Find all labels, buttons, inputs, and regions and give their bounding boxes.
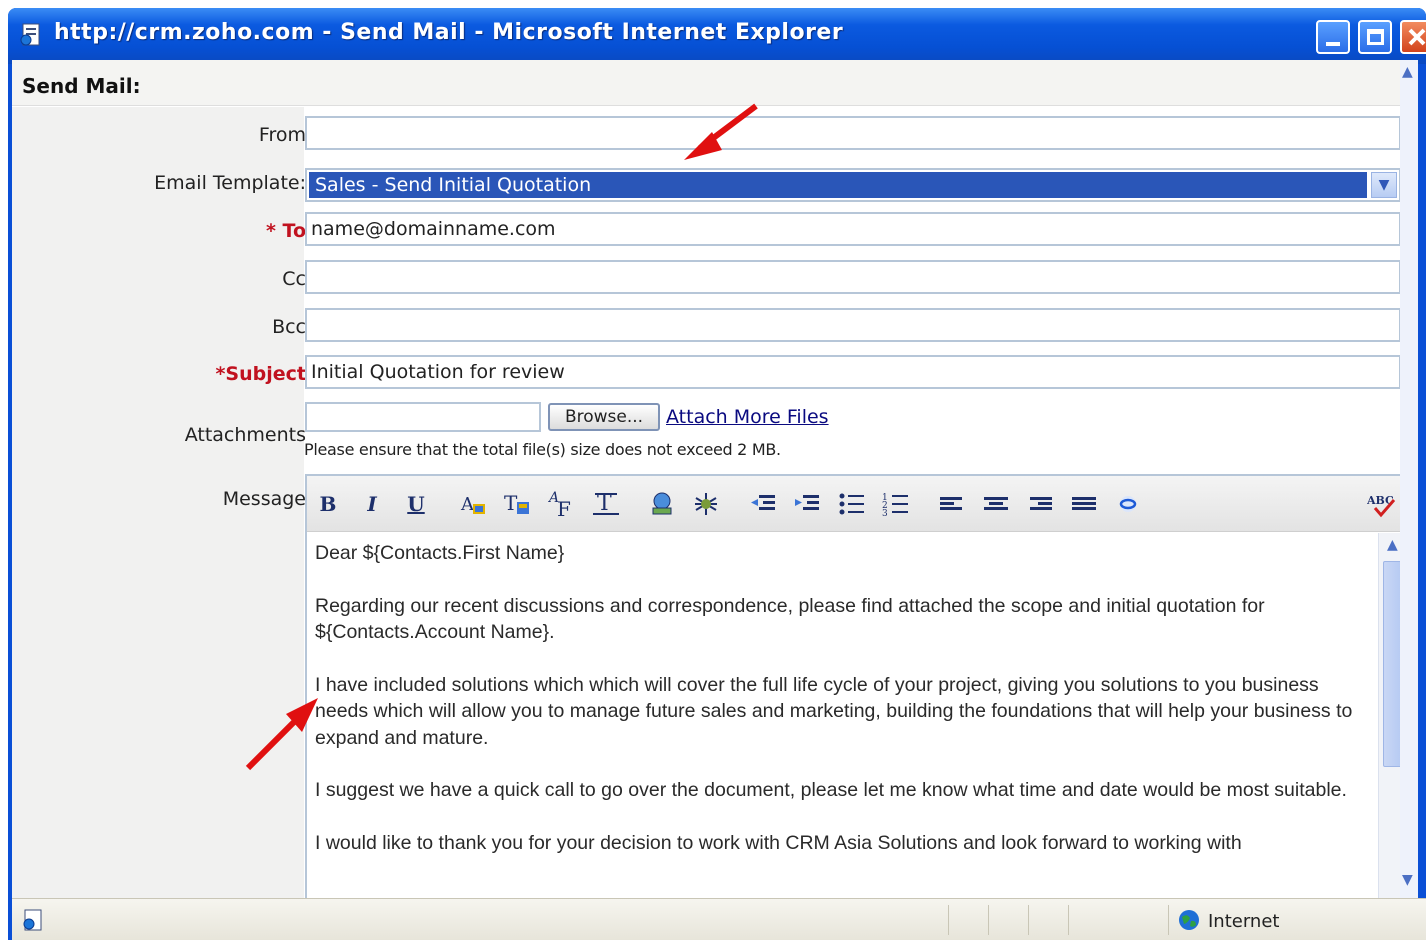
italic-button[interactable]: I xyxy=(357,490,387,518)
font-face-icon[interactable]: AF xyxy=(547,490,577,521)
close-icon xyxy=(1408,28,1426,46)
bcc-field[interactable] xyxy=(305,308,1401,342)
message-body[interactable]: Dear ${Contacts.First Name} Regarding ou… xyxy=(315,540,1365,898)
bold-button[interactable]: B xyxy=(313,490,343,518)
ie-page-icon xyxy=(20,23,40,46)
from-field[interactable] xyxy=(305,116,1401,150)
align-center-icon[interactable] xyxy=(981,490,1011,518)
page-scrollbar[interactable]: ▲ ▼ xyxy=(1400,60,1418,898)
spell-check-icon[interactable]: ABC xyxy=(1366,490,1397,518)
internet-globe-icon xyxy=(1179,910,1199,930)
template-label: Email Template: xyxy=(154,172,306,194)
message-label: Message xyxy=(222,488,306,510)
align-right-icon[interactable] xyxy=(1025,490,1055,518)
highlight-icon[interactable]: T xyxy=(503,490,533,518)
attachment-file-input[interactable] xyxy=(305,402,541,432)
attachments-label: Attachments xyxy=(184,424,306,446)
editor-toolbar: B I U A T AF T 1 2 3 ABC xyxy=(307,476,1408,532)
status-divider xyxy=(948,905,949,935)
to-label: * To xyxy=(265,220,306,242)
maximize-icon xyxy=(1367,29,1384,45)
minimize-icon xyxy=(1326,42,1340,46)
bulleted-list-icon[interactable] xyxy=(837,490,867,518)
maximize-button[interactable] xyxy=(1358,20,1392,54)
from-label: From xyxy=(258,124,306,146)
subject-field[interactable]: Initial Quotation for review xyxy=(305,355,1401,389)
attach-more-files-link[interactable]: Attach More Files xyxy=(666,406,829,428)
template-selected-value: Sales - Send Initial Quotation xyxy=(309,172,1367,198)
status-bar: Internet xyxy=(12,898,1426,940)
numbered-list-icon[interactable]: 123 xyxy=(881,490,911,519)
status-divider xyxy=(1168,905,1169,935)
browse-button[interactable]: Browse... xyxy=(548,403,660,431)
insert-image-icon[interactable] xyxy=(647,490,677,518)
svg-text:A: A xyxy=(460,494,475,515)
cc-label: Cc xyxy=(282,268,306,290)
message-paragraph: I suggest we have a quick call to go ove… xyxy=(315,779,1347,801)
align-left-icon[interactable] xyxy=(937,490,967,518)
scroll-up-icon[interactable]: ▲ xyxy=(1387,537,1398,553)
svg-text:F: F xyxy=(557,497,571,518)
svg-text:3: 3 xyxy=(882,509,888,518)
email-template-select[interactable]: Sales - Send Initial Quotation ▼ xyxy=(305,168,1401,202)
bcc-label: Bcc xyxy=(272,316,306,338)
scroll-down-icon[interactable]: ▼ xyxy=(1402,872,1413,888)
to-field[interactable]: name@domainname.com xyxy=(305,212,1401,246)
message-editor[interactable]: B I U A T AF T 1 2 3 ABC Dear ${Contacts… xyxy=(305,474,1410,898)
message-paragraph: Regarding our recent discussions and cor… xyxy=(315,594,1265,644)
subject-label: *Subject xyxy=(215,363,307,385)
title-bar[interactable]: http://crm.zoho.com - Send Mail - Micros… xyxy=(8,8,1426,64)
message-paragraph: Dear ${Contacts.First Name} xyxy=(315,542,565,564)
font-color-icon[interactable]: A xyxy=(459,490,489,518)
window-title: http://crm.zoho.com - Send Mail - Micros… xyxy=(54,20,844,45)
underline-button[interactable]: U xyxy=(401,490,431,518)
minimize-button[interactable] xyxy=(1316,20,1350,54)
scroll-up-icon[interactable]: ▲ xyxy=(1402,64,1413,80)
send-mail-page: Send Mail: From Email Template: Sales - … xyxy=(12,60,1410,898)
indent-icon[interactable] xyxy=(793,490,823,518)
message-paragraph: I have included solutions which which wi… xyxy=(315,673,1353,749)
page-status-icon xyxy=(23,909,42,931)
security-zone-label: Internet xyxy=(1208,911,1280,932)
status-divider xyxy=(988,905,989,935)
outdent-icon[interactable] xyxy=(749,490,779,518)
justify-icon[interactable] xyxy=(1069,490,1099,518)
link-icon[interactable] xyxy=(1113,490,1143,518)
section-header: Send Mail: xyxy=(12,60,1410,106)
insert-table-icon[interactable] xyxy=(691,490,721,518)
status-divider xyxy=(1068,905,1069,935)
status-divider xyxy=(1028,905,1029,935)
chevron-down-icon[interactable]: ▼ xyxy=(1371,172,1397,198)
close-button[interactable] xyxy=(1400,20,1426,54)
attachment-size-note: Please ensure that the total file(s) siz… xyxy=(304,440,781,459)
section-title: Send Mail: xyxy=(22,74,141,98)
svg-text:T: T xyxy=(504,491,518,515)
message-paragraph: I would like to thank you for your decis… xyxy=(315,831,1242,854)
cc-field[interactable] xyxy=(305,260,1401,294)
font-size-icon[interactable]: T xyxy=(591,490,621,518)
